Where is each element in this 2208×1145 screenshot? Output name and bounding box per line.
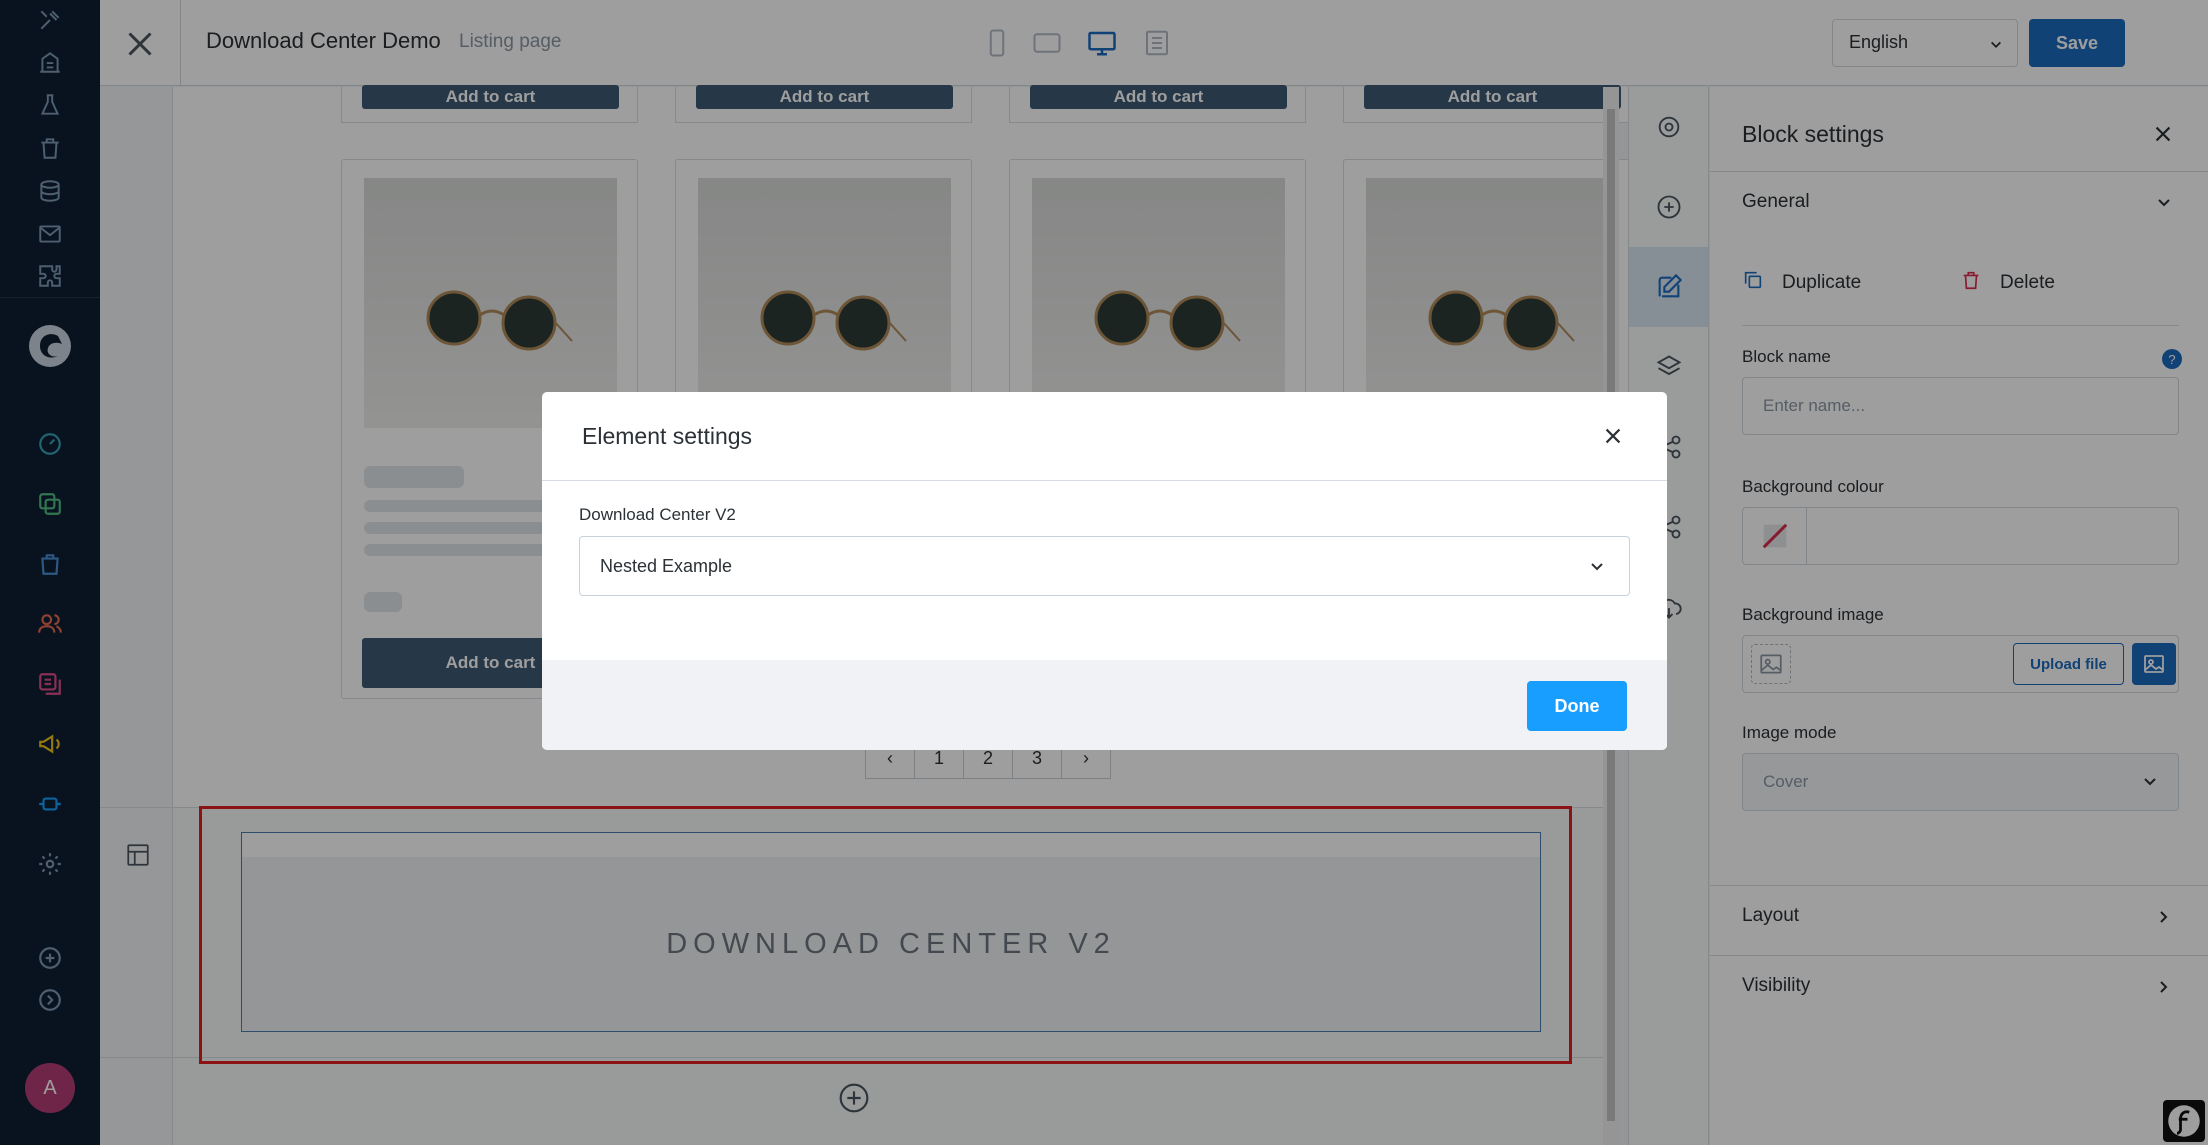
element-settings-modal: Element settings Download Center V2 Nest… — [542, 392, 1667, 750]
download-center-select-value: Nested Example — [600, 556, 733, 576]
modal-title: Element settings — [582, 423, 753, 449]
done-button[interactable]: Done — [1527, 681, 1627, 731]
download-center-field-label: Download Center V2 — [579, 505, 736, 524]
download-center-select[interactable]: Nested Example — [579, 536, 1630, 596]
modal-header: Element settings — [542, 392, 1667, 481]
close-icon[interactable] — [1602, 425, 1624, 447]
modal-footer: Done — [542, 660, 1667, 750]
chevron-down-icon — [1589, 559, 1605, 575]
